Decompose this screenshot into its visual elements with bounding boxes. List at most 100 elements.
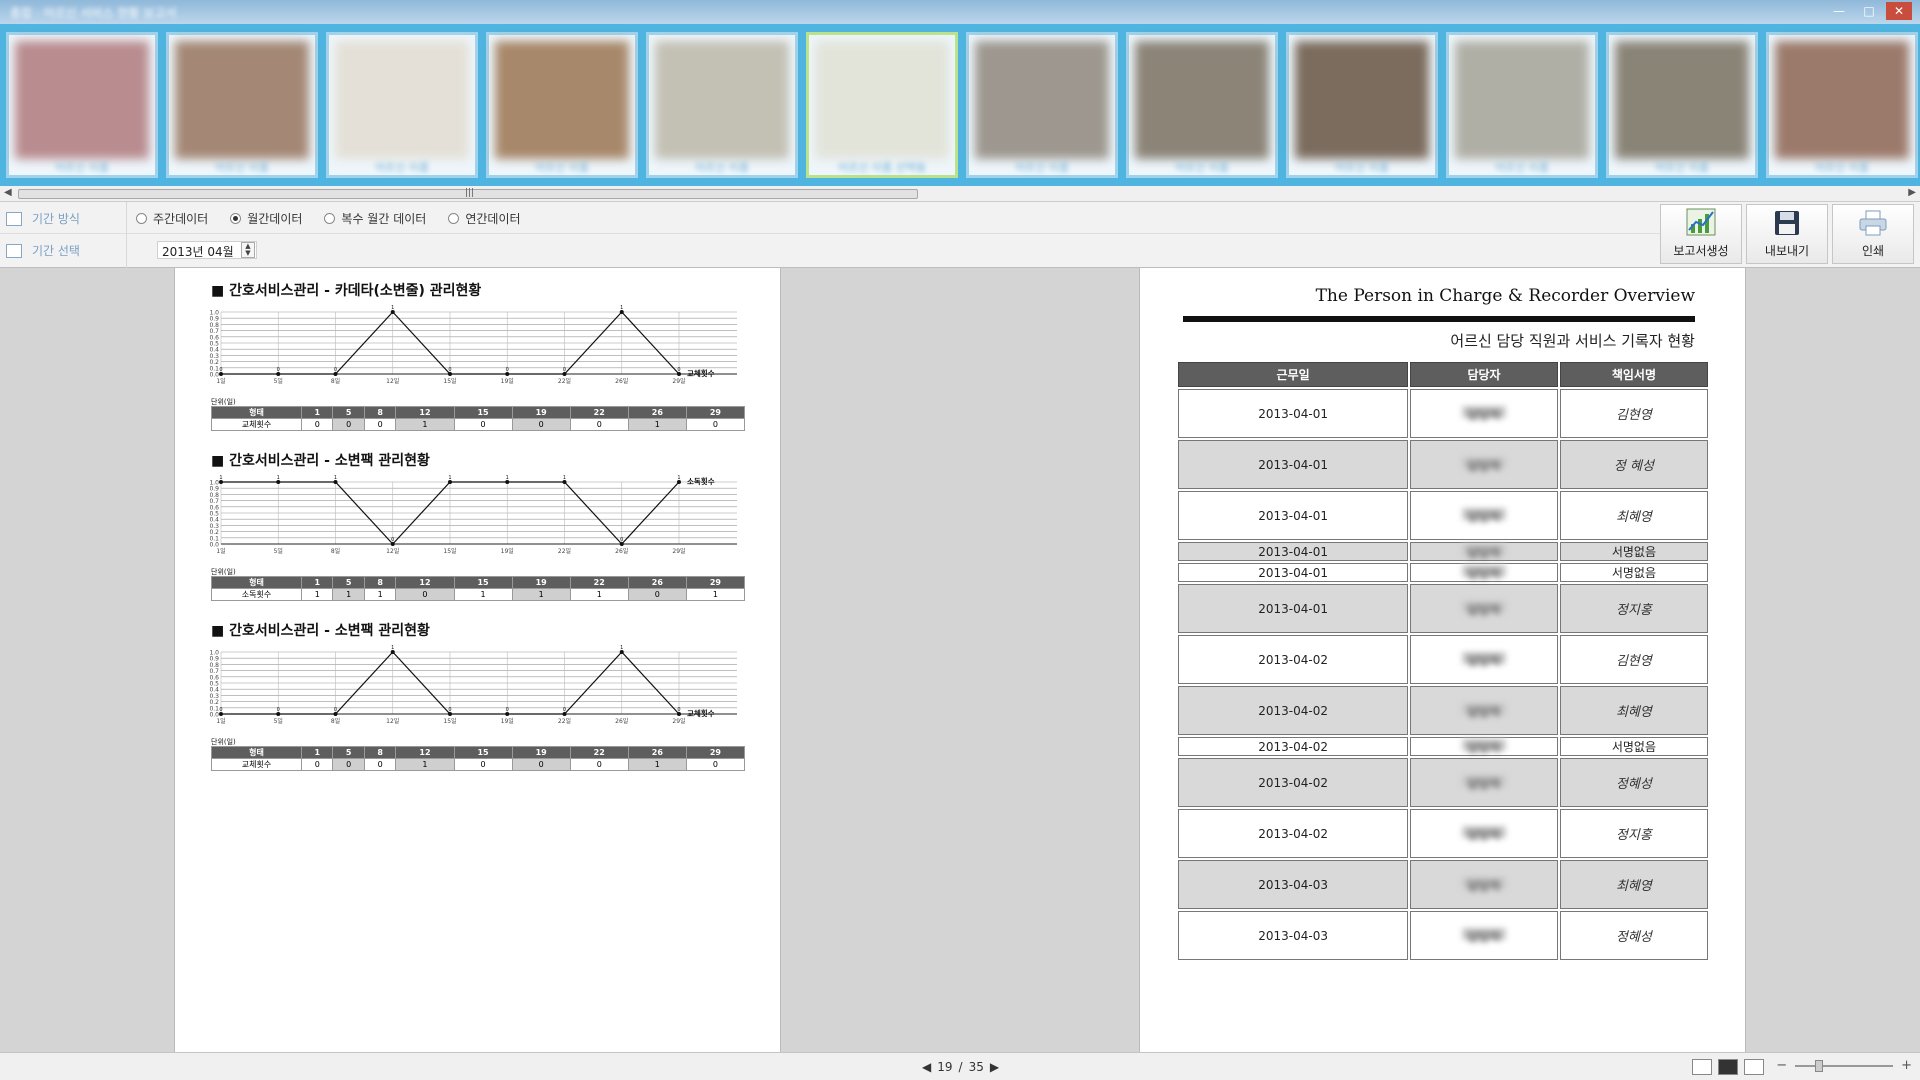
period-method-label-group: 기간 방식 [6, 210, 80, 227]
report-preview-area[interactable]: ■ 간호서비스관리 - 카데타(소변줄) 관리현황 0.0 0.1 0.2 0.3 0.4… [0, 268, 1920, 1052]
recorder-table: 근무일 담당자 책임서명 2013-04-01 담당자 김현영 2013-04-01 담… [1176, 360, 1710, 962]
column-header-cell: 15 [453, 576, 513, 589]
resident-card[interactable]: 어르신 이름 [966, 32, 1118, 178]
column-header-cell: 26 [627, 406, 687, 419]
signature: 서명없음 [1611, 566, 1656, 580]
print-button[interactable]: 인쇄 [1832, 204, 1914, 264]
line-chart: 0.00.10.20.30.40.50.60.70.80.91.01일 5일 8일 1… [209, 475, 737, 555]
period-option-radio[interactable]: 주간데이터 [136, 210, 208, 227]
resident-card[interactable]: 어르신 이름 [1286, 32, 1438, 178]
staff-cell: 담당자 [1410, 491, 1558, 540]
two-page-view-icon[interactable] [1718, 1059, 1738, 1075]
column-header-cell: 26 [627, 576, 687, 589]
signature-cell: 서명없음 [1559, 542, 1708, 561]
period-option-radio[interactable]: 월간데이터 [230, 210, 302, 227]
data-label: 0 [334, 707, 337, 713]
resident-photo [655, 41, 789, 159]
resident-name: 어르신 이름 [1014, 161, 1070, 174]
zoom-in-icon[interactable]: + [1901, 1058, 1912, 1073]
data-label: 0 [277, 367, 280, 373]
resident-photo [15, 41, 149, 159]
data-label: 1 [277, 475, 280, 481]
period-option-label: 복수 월간 데이터 [341, 212, 427, 226]
data-label: 1 [563, 475, 566, 481]
zoom-out-icon[interactable]: − [1776, 1058, 1787, 1073]
resident-photo [815, 41, 949, 159]
zoom-slider[interactable] [1795, 1059, 1894, 1072]
resident-name: 어르신 이름 [534, 161, 590, 174]
resident-name: 어르신 이름 [214, 161, 270, 174]
scroll-right-arrow-icon[interactable]: ▶ [1908, 187, 1916, 198]
period-option-radio[interactable]: 복수 월간 데이터 [324, 210, 426, 227]
data-label: 1 [620, 305, 623, 311]
column-header-cell: 29 [685, 406, 746, 419]
resident-card[interactable]: 어르신 이름 [6, 32, 158, 178]
y-tick-label: 0.1 [209, 535, 219, 542]
radio-dot-icon [448, 213, 460, 224]
x-tick-label: 26일 [615, 547, 628, 555]
scroll-left-arrow-icon[interactable]: ◀ [4, 187, 12, 198]
staff-name: 담당자 [1462, 600, 1507, 617]
y-tick-label: 0.3 [209, 523, 219, 530]
y-tick-label: 0.6 [209, 334, 219, 341]
date-cell: 2013-04-02 [1178, 758, 1409, 807]
signature: 김현영 [1615, 408, 1652, 423]
signature-cell: 최혜영 [1559, 686, 1708, 735]
y-tick-label: 0.4 [209, 517, 219, 524]
y-tick-label: 0.8 [209, 492, 219, 499]
close-button[interactable]: ✕ [1886, 2, 1912, 20]
date-cell: 2013-04-02 [1178, 686, 1409, 735]
signature: 김현영 [1615, 654, 1652, 669]
resident-card[interactable]: 어르신 이름 선택됨 [806, 32, 958, 178]
value-cell: 0 [511, 418, 571, 431]
section-title: ■ 간호서비스관리 - 카데타(소변줄) 관리현황 [211, 283, 482, 299]
period-spinner[interactable]: ▲ ▼ [241, 242, 255, 258]
resident-card[interactable]: 어르신 이름 [166, 32, 318, 178]
multi-page-view-icon[interactable] [1744, 1059, 1764, 1075]
table-header-row: 형태 1 5 8 12 15 19 22 26 29 [211, 746, 746, 759]
resident-card[interactable]: 어르신 이름 [1606, 32, 1758, 178]
create-report-button[interactable]: 보고서생성 [1660, 204, 1742, 264]
single-page-view-icon[interactable] [1692, 1059, 1712, 1075]
date-cell: 2013-04-02 [1178, 809, 1409, 858]
row-label-cell: 교체횟수 [211, 758, 302, 771]
line-chart: 0.00.10.20.30.40.50.60.70.80.91.01일 5일 8일 1… [209, 305, 737, 385]
date-cell: 2013-04-02 [1178, 635, 1409, 684]
resident-card[interactable]: 어르신 이름 [1126, 32, 1278, 178]
data-label: 0 [448, 707, 451, 713]
y-tick-label: 0.8 [209, 322, 219, 329]
maximize-button[interactable]: □ [1856, 2, 1882, 20]
x-tick-label: 22일 [558, 717, 571, 725]
table-row: 소독횟수 1 1 1 0 1 1 1 0 1 [211, 588, 746, 601]
resident-card[interactable]: 어르신 이름 [486, 32, 638, 178]
value-cell: 0 [453, 758, 513, 771]
minimize-button[interactable]: — [1826, 2, 1852, 20]
table-row: 2013-04-01 담당자 서명없음 [1178, 563, 1708, 582]
status-bar: ◀ 19 / 35 ▶ − + [0, 1052, 1920, 1080]
staff-name: 담당자 [1462, 927, 1507, 944]
resident-card[interactable]: 어르신 이름 [646, 32, 798, 178]
resident-card[interactable]: 어르신 이름 [1766, 32, 1918, 178]
resident-card[interactable]: 어르신 이름 [1446, 32, 1598, 178]
x-tick-label: 26일 [615, 717, 628, 725]
resident-photo [975, 41, 1109, 159]
period-select-row: 기간 선택 2013년 04월 ▲ ▼ [0, 234, 1660, 266]
date-cell: 2013-04-03 [1178, 911, 1409, 960]
export-button[interactable]: 내보내기 [1746, 204, 1828, 264]
zoom-slider-knob[interactable] [1815, 1059, 1824, 1072]
column-header-cell: 8 [363, 576, 397, 589]
data-label: 0 [334, 367, 337, 373]
data-label: 1 [219, 475, 222, 481]
y-tick-label: 1.0 [209, 310, 219, 317]
resident-card[interactable]: 어르신 이름 [326, 32, 478, 178]
x-tick-label: 15일 [443, 547, 456, 555]
column-header-cell: 1 [300, 746, 334, 759]
prev-page-icon[interactable]: ◀ [922, 1060, 931, 1074]
table-row: 2013-04-01 담당자 최혜영 [1178, 491, 1708, 540]
signature-cell: 정혜성 [1559, 758, 1708, 807]
staff-name: 담당자 [1462, 774, 1507, 791]
period-option-radio[interactable]: 연간데이터 [448, 210, 521, 227]
photo-strip-scrollbar[interactable]: ◀ ||| ▶ [0, 186, 1920, 202]
next-page-icon[interactable]: ▶ [990, 1060, 999, 1074]
scrollbar-thumb[interactable]: ||| [18, 188, 918, 199]
